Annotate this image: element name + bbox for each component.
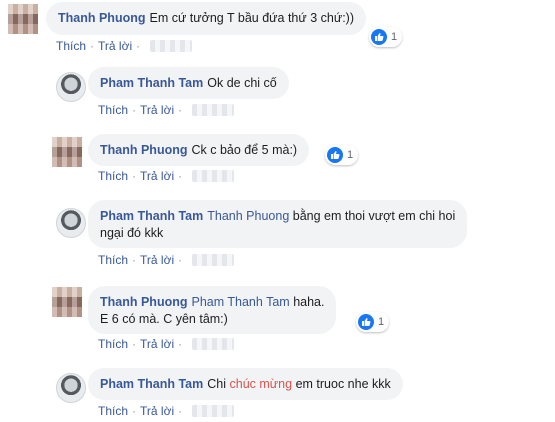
comment-actions: Thích · Trả lời · [56, 39, 193, 53]
timestamp-blurred[interactable] [192, 405, 235, 417]
comment-text: Ck c bảo để 5 mà:) [191, 143, 298, 157]
avatar[interactable] [52, 287, 82, 317]
highlighted-text: chúc mừng [229, 377, 293, 391]
comment-author[interactable]: Pham Thanh Tam [100, 377, 203, 391]
comment-bubble: Thanh Phuong Pham Thanh Tam haha. E 6 có … [88, 286, 337, 334]
separator: · [178, 253, 183, 267]
separator: · [132, 103, 137, 117]
comment-author[interactable]: Thanh Phuong [100, 143, 187, 157]
comment-author[interactable]: Pham Thanh Tam [100, 209, 203, 223]
comment-author[interactable]: Thanh Phuong [100, 295, 187, 309]
comment-text: em truoc nhe kkk [295, 377, 391, 391]
like-link[interactable]: Thích [98, 337, 128, 351]
comment-line-1: Thanh Phuong Pham Thanh Tam haha. [100, 294, 324, 311]
like-icon [358, 314, 374, 330]
like-link[interactable]: Thích [98, 169, 128, 183]
separator: · [132, 404, 137, 418]
timestamp-blurred[interactable] [150, 40, 193, 52]
avatar[interactable] [56, 72, 86, 102]
like-link[interactable]: Thích [98, 103, 128, 117]
reply-link[interactable]: Trả lời [98, 39, 132, 53]
comment-author[interactable]: Thanh Phuong [58, 11, 145, 25]
timestamp-blurred[interactable] [192, 338, 235, 350]
separator: · [132, 169, 137, 183]
reply-link[interactable]: Trả lời [140, 404, 174, 418]
like-icon [371, 29, 387, 45]
separator: · [90, 39, 95, 53]
reaction-count: 1 [347, 149, 354, 161]
reaction-count: 1 [391, 31, 398, 43]
comment-text: Em cứ tưởng T bầu đứa thứ 3 chứ:)) [149, 11, 355, 25]
reply-link[interactable]: Trả lời [140, 253, 174, 267]
reply-link[interactable]: Trả lời [140, 169, 174, 183]
comment-bubble: Pham Thanh Tam Thanh Phuong bằng em thoi … [88, 200, 468, 248]
comment-actions: Thích · Trả lời · [98, 103, 235, 117]
comment-author[interactable]: Pham Thanh Tam [100, 76, 203, 90]
comment-text: Ok de chi cố [207, 76, 277, 90]
separator: · [178, 103, 183, 117]
like-link[interactable]: Thích [98, 253, 128, 267]
timestamp-blurred[interactable] [192, 170, 235, 182]
comment-bubble: Pham Thanh Tam Chi chúc mừng em truoc nhe… [88, 368, 403, 400]
like-icon [327, 147, 343, 163]
comment-actions: Thích · Trả lời · [98, 253, 235, 267]
comment-bubble: Thanh Phuong Ck c bảo để 5 mà:) [88, 134, 310, 166]
comment-actions: Thích · Trả lời · [98, 404, 235, 418]
comment-bubble: Pham Thanh Tam Ok de chi cố [88, 67, 289, 99]
reaction-count: 1 [378, 316, 385, 328]
separator: · [136, 39, 141, 53]
comment-line-2: ngại đó kkk [100, 226, 164, 240]
mention-link[interactable]: Thanh Phuong [207, 209, 289, 223]
timestamp-blurred[interactable] [192, 254, 235, 266]
separator: · [178, 404, 183, 418]
avatar[interactable] [52, 137, 82, 167]
comment-bubble: Thanh Phuong Em cứ tưởng T bầu đứa thứ 3 … [46, 2, 367, 35]
comment-text: haha. [293, 295, 325, 309]
comment-text: Chi [207, 377, 227, 391]
separator: · [132, 253, 137, 267]
separator: · [178, 337, 183, 351]
reply-link[interactable]: Trả lời [140, 103, 174, 117]
reaction-summary[interactable]: 1 [369, 27, 403, 47]
comment-line-1: Pham Thanh Tam Thanh Phuong bằng em thoi … [100, 208, 455, 225]
timestamp-blurred[interactable] [192, 104, 235, 116]
avatar[interactable] [56, 373, 86, 403]
comment-actions: Thích · Trả lời · [98, 337, 235, 351]
like-link[interactable]: Thích [98, 404, 128, 418]
comment-actions: Thích · Trả lời · [98, 169, 235, 183]
mention-link[interactable]: Pham Thanh Tam [191, 295, 289, 309]
comment-line-2: E 6 có mà. C yên tâm:) [100, 312, 228, 326]
avatar[interactable] [56, 208, 86, 238]
reaction-summary[interactable]: 1 [356, 312, 390, 332]
like-link[interactable]: Thích [56, 39, 86, 53]
comment-text: bằng em thoi vượt em chi hoi [292, 209, 456, 223]
separator: · [132, 337, 137, 351]
avatar[interactable] [8, 4, 38, 34]
separator: · [178, 169, 183, 183]
reply-link[interactable]: Trả lời [140, 337, 174, 351]
reaction-summary[interactable]: 1 [325, 145, 359, 165]
